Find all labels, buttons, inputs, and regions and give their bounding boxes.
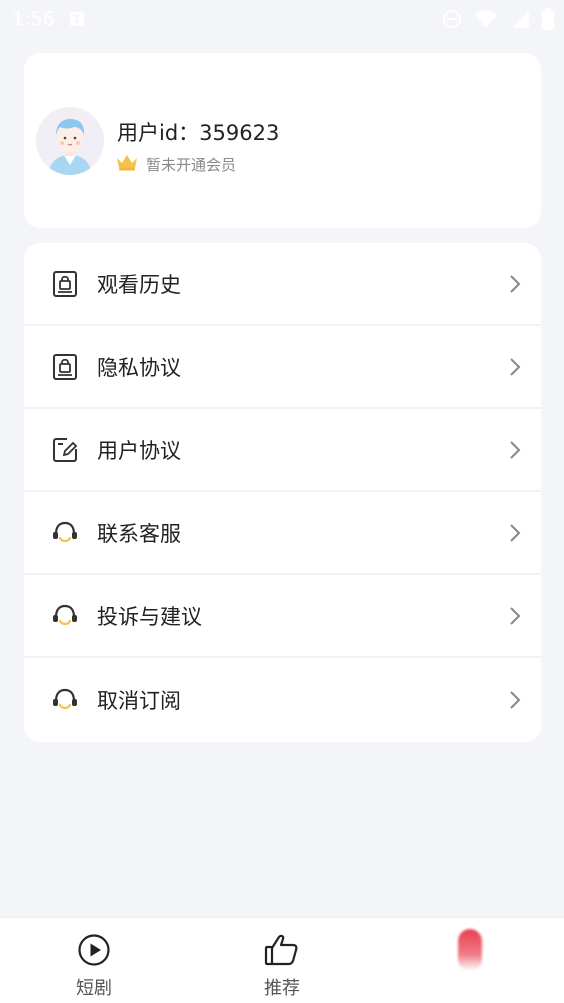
wifi-icon: [474, 9, 498, 29]
vip-status-row: 暂未开通会员: [116, 153, 236, 175]
tab-short-drama[interactable]: 短剧: [34, 932, 154, 1002]
notification-icon: [69, 11, 85, 27]
active-tab-indicator: [458, 929, 482, 971]
chevron-right-icon: [509, 606, 521, 626]
menu-item-label: 联系客服: [97, 521, 181, 546]
menu-item-contact-support[interactable]: 联系客服: [24, 492, 541, 575]
profile-tab-icon: [458, 929, 482, 971]
do-not-disturb-icon: [442, 9, 462, 29]
chevron-right-icon: [509, 274, 521, 294]
tab-label: 短剧: [76, 978, 112, 999]
lock-document-icon: [51, 270, 79, 298]
menu-item-feedback[interactable]: 投诉与建议: [24, 575, 541, 658]
headset-icon: [51, 519, 79, 547]
avatar[interactable]: [36, 107, 104, 175]
vip-status-text: 暂未开通会员: [146, 155, 237, 174]
menu-item-label: 用户协议: [97, 438, 181, 463]
menu-item-label: 取消订阅: [97, 688, 181, 713]
menu-item-privacy-policy[interactable]: 隐私协议: [24, 326, 541, 409]
edit-document-icon: [51, 436, 79, 464]
chevron-right-icon: [509, 523, 521, 543]
headset-icon: [51, 602, 79, 630]
tab-label: 推荐: [264, 978, 300, 999]
menu-item-cancel-subscription[interactable]: 取消订阅: [24, 658, 541, 741]
tab-recommend[interactable]: 推荐: [222, 932, 342, 1002]
chevron-right-icon: [509, 690, 521, 710]
status-left: 1:56: [12, 8, 85, 30]
menu-item-label: 投诉与建议: [97, 604, 202, 629]
play-circle-icon: [77, 932, 111, 968]
profile-card: 用户id：359623 暂未开通会员: [24, 53, 541, 228]
menu-item-label: 隐私协议: [97, 355, 181, 380]
tab-profile[interactable]: [410, 929, 530, 1002]
menu-item-watch-history[interactable]: 观看历史: [24, 243, 541, 326]
headset-icon: [51, 686, 79, 714]
status-bar: 1:56: [0, 0, 564, 38]
bottom-nav: 短剧 推荐: [0, 917, 564, 1003]
menu-item-user-agreement[interactable]: 用户协议: [24, 409, 541, 492]
chevron-right-icon: [509, 357, 521, 377]
cellular-signal-icon: [510, 9, 530, 29]
menu-card: 观看历史 隐私协议 用户协议 联系客服 投诉与建议 取消订阅: [24, 243, 541, 742]
battery-icon: [542, 8, 554, 30]
thumbs-up-icon: [264, 932, 300, 968]
crown-icon: [116, 153, 138, 175]
menu-item-label: 观看历史: [97, 272, 181, 297]
status-right: [442, 8, 554, 30]
chevron-right-icon: [509, 440, 521, 460]
status-time: 1:56: [12, 8, 55, 30]
lock-document-icon: [51, 353, 79, 381]
user-id-text: 用户id：359623: [117, 121, 280, 145]
